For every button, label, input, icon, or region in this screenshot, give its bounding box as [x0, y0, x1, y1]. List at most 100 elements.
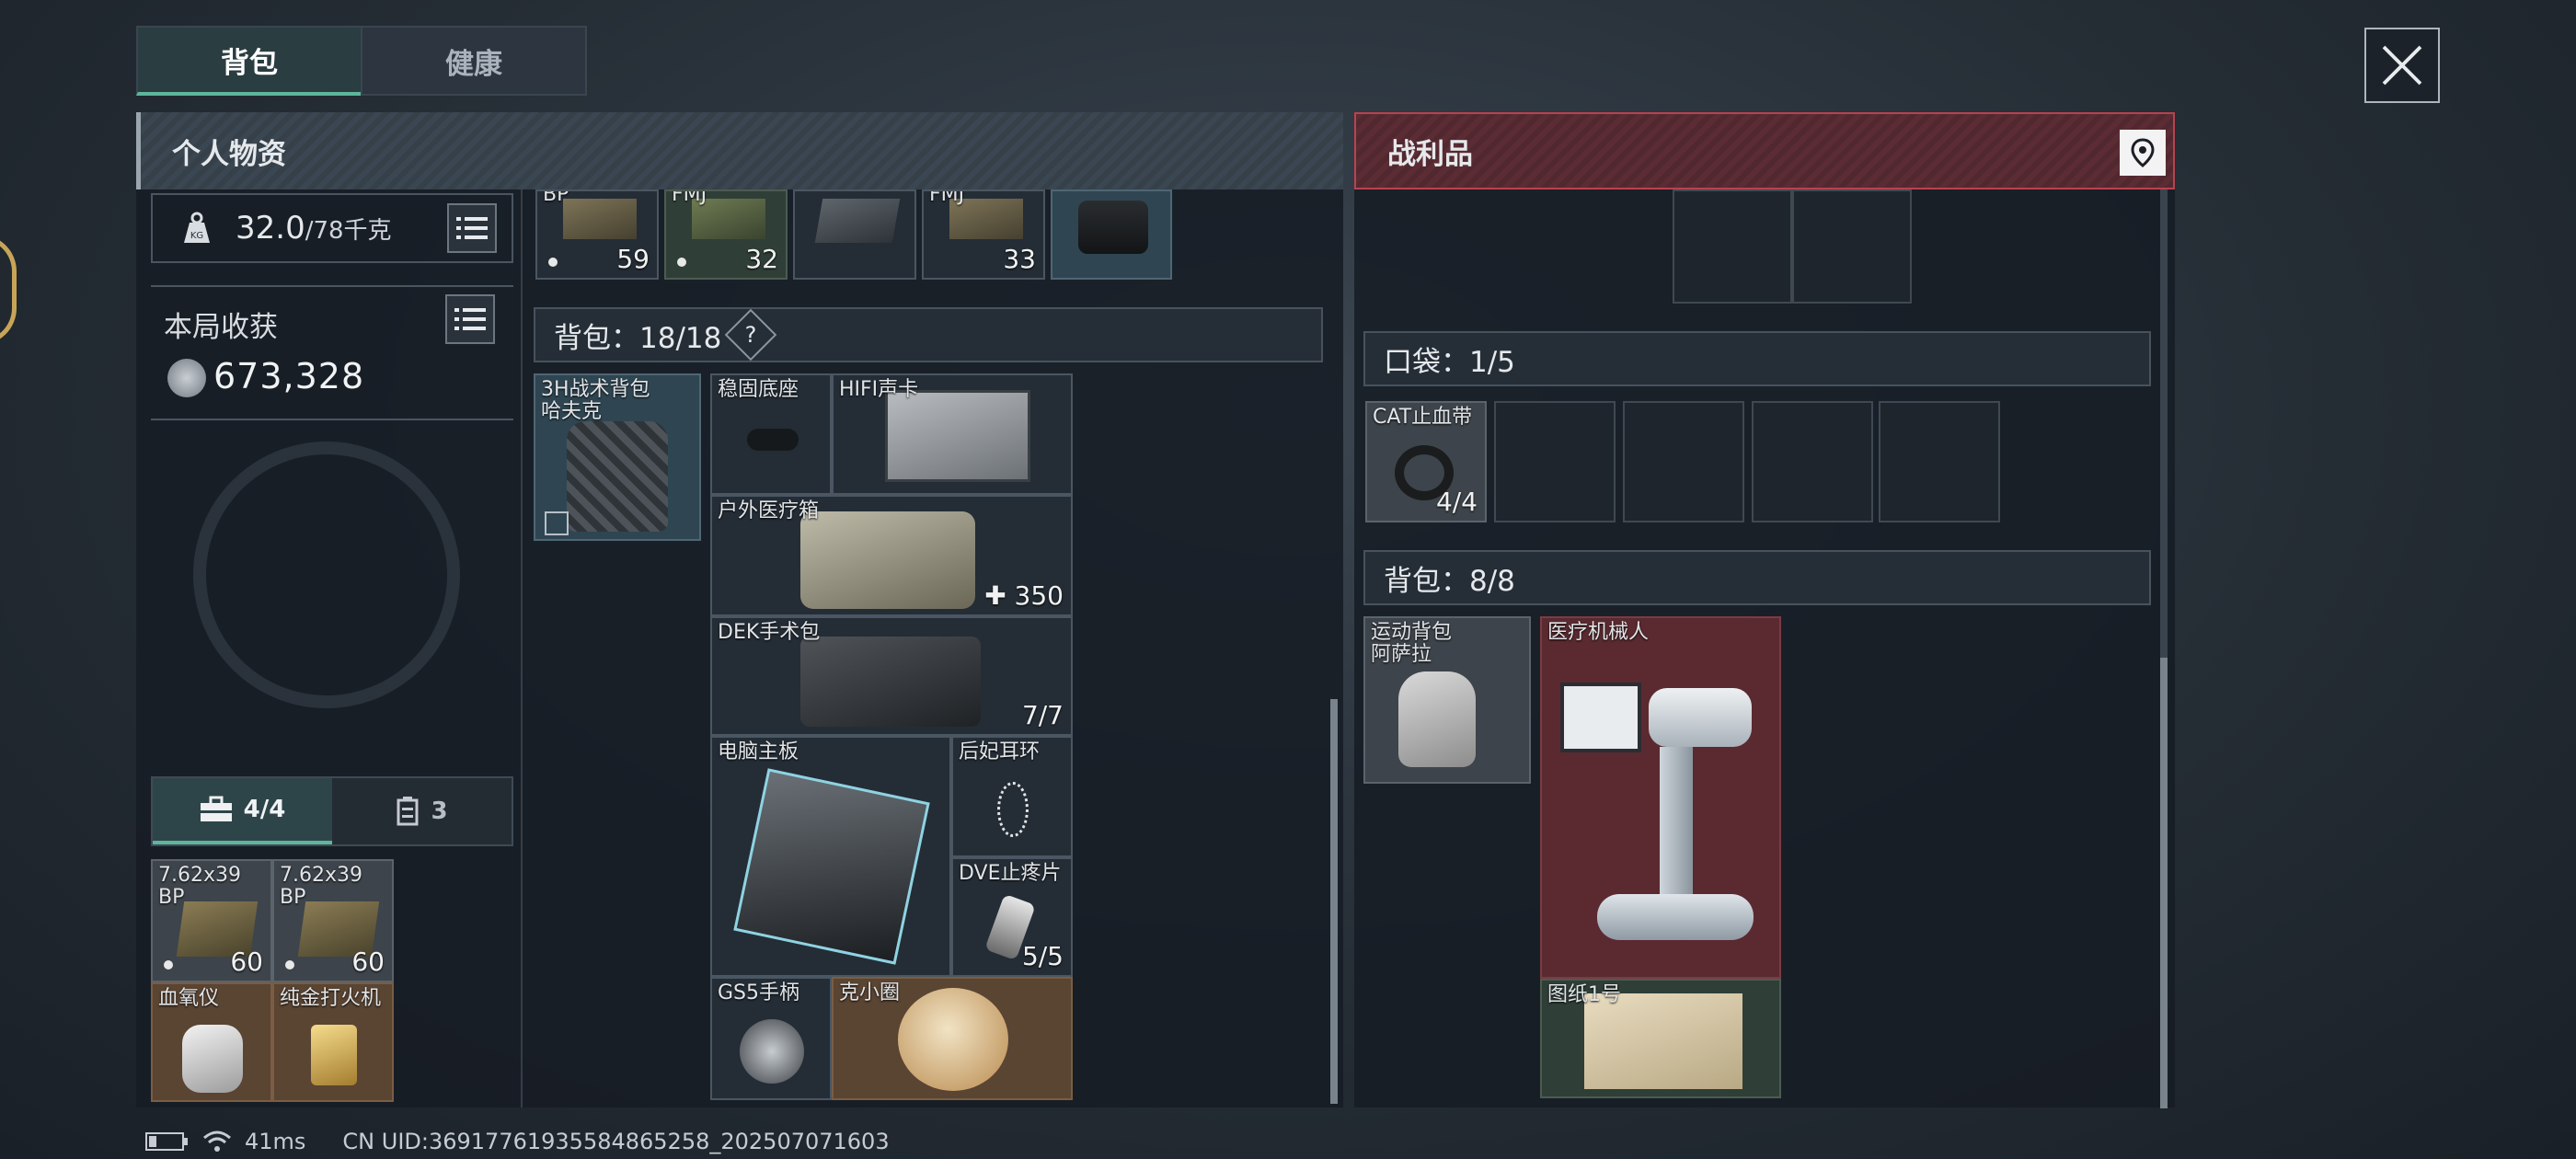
item-count: ✚ 350 — [984, 580, 1064, 611]
faction-emblem-icon — [193, 442, 460, 708]
uid-text: CN UID:36917761935584865258_202507071603 — [342, 1129, 890, 1154]
scrollbar[interactable] — [2160, 658, 2168, 1108]
weight-current: 32.0 — [236, 210, 305, 247]
blueprint-icon — [1584, 993, 1742, 1089]
item-name: 医疗机械人 — [1547, 621, 1650, 644]
empty-slot[interactable] — [1752, 401, 1873, 522]
tab-toolbox[interactable]: 4/4 — [153, 778, 332, 844]
item-cell[interactable]: FMJ 33 — [922, 189, 1045, 280]
backpack-icon — [567, 421, 668, 532]
item-cell[interactable]: BP 59 — [535, 189, 659, 280]
item-cell[interactable]: HIFI声卡 — [832, 373, 1073, 495]
item-name: DVE止疼片 — [959, 862, 1062, 885]
item-cell[interactable]: 运动背包 阿萨拉 — [1363, 616, 1531, 784]
side-badge-icon — [0, 235, 17, 345]
item-name: 血氧仪 — [158, 987, 220, 1010]
item-cell[interactable]: 血氧仪 — [151, 982, 272, 1102]
sports-bag-icon — [1398, 671, 1476, 767]
mount-icon — [747, 429, 799, 451]
unequip-icon — [545, 511, 569, 535]
item-cell[interactable]: CAT止血带 4/4 — [1365, 401, 1487, 522]
item-name: DEK手术包 — [718, 621, 821, 644]
item-cell[interactable]: 稳固底座 — [710, 373, 832, 495]
item-cell[interactable]: 纯金打火机 — [272, 982, 394, 1102]
item-name: 稳固底座 — [718, 378, 799, 401]
tab-backpack[interactable]: 背包 — [136, 26, 362, 96]
item-cell[interactable]: 户外医疗箱 ✚ 350 — [710, 495, 1073, 616]
harvest-list-button[interactable] — [445, 294, 495, 344]
empty-slot[interactable] — [1494, 401, 1616, 522]
item-count: 32 — [745, 244, 778, 274]
toolbox-icon — [200, 796, 232, 821]
item-count: 4/4 — [1435, 487, 1478, 517]
item-cell[interactable]: GS5手柄 — [710, 977, 832, 1100]
item-name: 3H战术背包 哈夫克 — [541, 378, 650, 424]
divider — [521, 189, 523, 1107]
item-name: 7.62x39 BP — [280, 864, 362, 910]
empty-slot[interactable] — [1879, 401, 2000, 522]
toolbox-count: 4/4 — [243, 796, 286, 823]
list-icon — [454, 308, 486, 330]
svg-text:KG: KG — [190, 231, 203, 241]
help-icon[interactable]: ? — [725, 308, 777, 361]
canister-icon — [1078, 201, 1148, 254]
item-count: 5/5 — [1021, 941, 1064, 971]
harvest-label: 本局收获 — [164, 311, 278, 344]
item-cell[interactable]: 7.62x39 BP 60 — [151, 859, 272, 982]
list-button[interactable] — [447, 203, 497, 253]
weight-max: /78千克 — [305, 216, 392, 245]
item-name: CAT止血带 — [1373, 406, 1473, 429]
harvest-value: 673,328 — [213, 356, 365, 396]
loot-backpack-capacity: 背包：8/8 — [1384, 564, 1515, 598]
container-tabs: 4/4 3 — [151, 776, 513, 846]
container-icon — [397, 797, 419, 826]
item-count: 60 — [351, 947, 385, 977]
rarity-dot — [164, 960, 173, 970]
item-cell[interactable]: 3H战术背包 哈夫克 — [534, 373, 701, 541]
medkit-icon — [800, 511, 975, 609]
tab-container[interactable]: 3 — [332, 778, 512, 844]
rarity-dot — [677, 258, 686, 267]
empty-slot[interactable] — [1673, 189, 1792, 304]
oximeter-icon — [182, 1025, 243, 1093]
empty-slot[interactable] — [1792, 189, 1912, 304]
item-name: HIFI声卡 — [839, 378, 919, 401]
container-count: 3 — [431, 798, 448, 825]
locate-button[interactable] — [2120, 130, 2166, 176]
divider — [151, 419, 513, 420]
item-cell[interactable]: DVE止疼片 5/5 — [951, 857, 1073, 977]
panel-title: 个人物资 — [172, 137, 286, 171]
close-icon — [2382, 45, 2422, 86]
loot-backpack-section-bar: 背包：8/8 — [1363, 550, 2151, 605]
scrollbar[interactable] — [1330, 699, 1338, 1104]
item-cell[interactable]: DEK手术包 7/7 — [710, 616, 1073, 736]
item-name: 运动背包 阿萨拉 — [1371, 621, 1453, 667]
item-name: 后妃耳环 — [959, 740, 1041, 763]
item-cell[interactable]: 图纸1号 — [1540, 979, 1781, 1098]
surgery-kit-icon — [800, 637, 981, 727]
item-cell[interactable]: 后妃耳环 — [951, 736, 1073, 857]
item-cell[interactable]: 7.62x39 BP 60 — [272, 859, 394, 982]
battery-icon — [145, 1132, 188, 1151]
panel-title: 战利品 — [1387, 137, 1473, 171]
divider — [151, 285, 513, 287]
item-name: FMJ — [929, 189, 965, 206]
tab-health[interactable]: 健康 — [361, 26, 587, 96]
empty-slot[interactable] — [1623, 401, 1744, 522]
personal-supplies-header: 个人物资 — [136, 112, 1343, 189]
close-button[interactable] — [2364, 28, 2440, 103]
item-cell[interactable] — [793, 189, 916, 280]
item-name: FMJ — [672, 189, 707, 206]
item-cell[interactable]: 电脑主板 — [710, 736, 951, 977]
controller-icon — [740, 1019, 804, 1084]
item-cell[interactable] — [1051, 189, 1172, 280]
status-bar: 41ms CN UID:36917761935584865258_2025070… — [145, 1128, 890, 1155]
item-cell[interactable]: 医疗机械人 — [1540, 616, 1781, 979]
item-cell[interactable]: 克小圈 — [832, 977, 1073, 1100]
item-name: BP — [543, 189, 569, 206]
backpack-section-bar: 背包：18/18 ? — [534, 307, 1323, 362]
rarity-dot — [548, 258, 558, 267]
item-cell[interactable]: FMJ 32 — [664, 189, 788, 280]
map-pin-icon — [2131, 138, 2155, 167]
figurine-icon — [898, 988, 1008, 1091]
